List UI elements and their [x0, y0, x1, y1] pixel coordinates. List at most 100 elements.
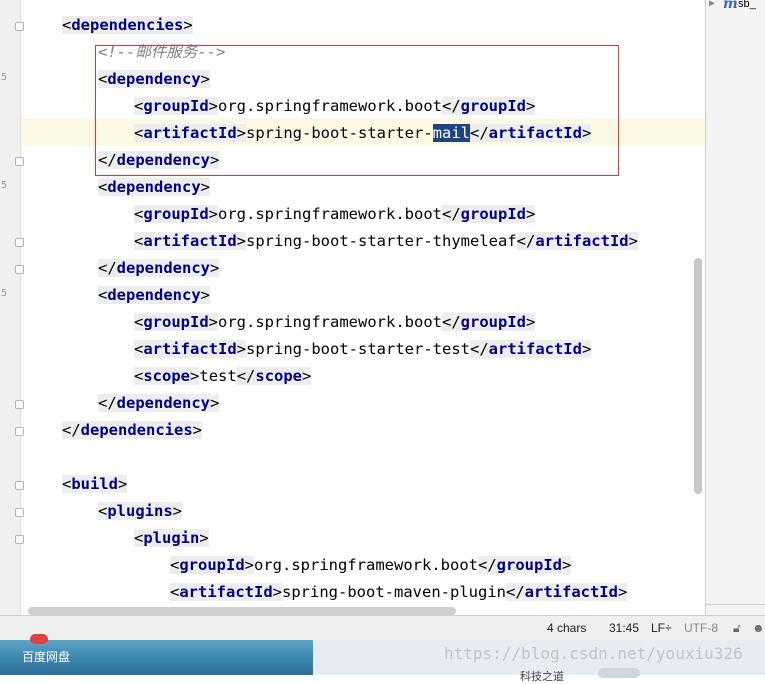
bracket: </	[441, 313, 461, 331]
bracket: <	[62, 475, 72, 493]
clipped-text: 科技之道	[520, 671, 564, 683]
code-line[interactable]: <groupId>org.springframework.boot</group…	[134, 309, 536, 336]
project-tree-item-label[interactable]: sb_	[738, 0, 756, 10]
code-line[interactable]: <artifactId>spring-boot-starter-test</ar…	[134, 336, 592, 363]
code-line[interactable]: <scope>test</scope>	[134, 363, 312, 390]
horizontal-scrollbar[interactable]	[28, 607, 456, 615]
desktop-icon-label[interactable]: 百度网盘	[22, 648, 70, 665]
fold-marker[interactable]	[15, 265, 24, 274]
bracket: >	[561, 556, 572, 574]
bracket: >	[244, 556, 255, 574]
text-value: spring-boot-starter-thymeleaf	[246, 232, 517, 250]
bracket: >	[236, 340, 247, 358]
selection-count: 4 chars	[547, 621, 587, 635]
gutter-marker: 5	[1, 288, 8, 299]
fold-marker[interactable]	[15, 400, 24, 409]
bracket: <	[134, 313, 144, 331]
maven-module-icon: m	[723, 0, 738, 12]
text-value: spring-boot-starter-test	[246, 340, 470, 358]
bracket: >	[617, 583, 628, 601]
code-line[interactable]: <dependencies>	[62, 12, 193, 39]
tag-name: groupId	[460, 313, 526, 331]
line-separator[interactable]: LF÷	[651, 621, 672, 635]
fold-marker[interactable]	[15, 535, 24, 544]
bracket: </	[62, 421, 81, 439]
text-value: test	[199, 367, 237, 385]
code-line[interactable]: <artifactId>spring-boot-maven-plugin</ar…	[170, 579, 628, 606]
status-bar: 4 chars 31:45 LF÷ UTF-8 🔓︎ ☻	[0, 615, 765, 641]
bracket: </	[98, 394, 117, 412]
bracket: >	[200, 178, 211, 196]
fold-marker[interactable]	[15, 427, 24, 436]
fold-marker[interactable]	[15, 157, 24, 166]
code-line[interactable]: </dependency>	[98, 390, 220, 417]
code-line[interactable]: <artifactId>spring-boot-starter-thymelea…	[134, 228, 638, 255]
tag-name: artifactId	[179, 583, 273, 601]
bracket: <	[98, 286, 108, 304]
bracket: </	[236, 367, 256, 385]
bracket: </	[477, 556, 497, 574]
text-value: spring-boot-maven-plugin	[282, 583, 506, 601]
divider	[706, 604, 765, 605]
bracket: </	[469, 340, 489, 358]
bracket: <	[134, 529, 144, 547]
caret-position[interactable]: 31:45	[609, 621, 639, 635]
editor-gutter: 5 5 5	[0, 0, 24, 615]
fold-marker[interactable]	[15, 508, 24, 517]
bracket: >	[183, 16, 193, 34]
hector-icon[interactable]: ☻	[752, 621, 765, 635]
gutter-marker: 5	[1, 180, 8, 191]
text-value: org.springframework.boot	[218, 205, 442, 223]
bracket: >	[190, 367, 200, 385]
tag-name: dependency	[107, 178, 201, 196]
code-editor[interactable]: 5 5 5 <dependencies> <!--邮件服务--> <dependen…	[0, 0, 705, 615]
code-line[interactable]: <groupId>org.springframework.boot</group…	[170, 552, 572, 579]
tag-name: scope	[143, 367, 191, 385]
project-panel: ▶ m sb_	[705, 0, 765, 615]
bracket: <	[134, 340, 144, 358]
baidu-netdisk-icon[interactable]	[30, 634, 48, 644]
bracket: >	[200, 286, 211, 304]
file-encoding[interactable]: UTF-8	[684, 621, 718, 635]
fold-marker[interactable]	[15, 481, 24, 490]
code-line[interactable]: <plugin>	[134, 525, 209, 552]
text-value: org.springframework.boot	[218, 313, 442, 331]
text-value: org.springframework.boot	[254, 556, 478, 574]
tag-name: dependencies	[71, 16, 184, 34]
tag-name: dependency	[116, 259, 210, 277]
tag-name: plugins	[107, 502, 173, 520]
fold-marker[interactable]	[15, 22, 24, 31]
fold-marker[interactable]	[15, 238, 24, 247]
bracket: <	[134, 205, 144, 223]
toggle-indicator	[598, 668, 640, 678]
bracket: >	[302, 367, 312, 385]
bracket: <	[134, 367, 144, 385]
expand-arrow-icon[interactable]: ▶	[709, 0, 715, 9]
code-line[interactable]: <plugins>	[98, 498, 183, 525]
bracket: <	[134, 232, 144, 250]
tag-name: dependency	[107, 286, 201, 304]
code-line[interactable]: <build>	[62, 471, 128, 498]
bracket: </	[98, 259, 117, 277]
tag-name: scope	[255, 367, 303, 385]
code-line[interactable]: </dependencies>	[62, 417, 202, 444]
bracket: </	[441, 205, 461, 223]
tag-name: artifactId	[143, 340, 237, 358]
code-line[interactable]: <dependency>	[98, 282, 211, 309]
code-line[interactable]: <dependency>	[98, 174, 211, 201]
tag-name: build	[71, 475, 119, 493]
bracket: </	[516, 232, 536, 250]
code-line[interactable]: <groupId>org.springframework.boot</group…	[134, 201, 536, 228]
bracket: <	[170, 556, 180, 574]
bracket: <	[62, 16, 72, 34]
bracket: >	[525, 313, 536, 331]
vertical-scrollbar[interactable]	[694, 258, 702, 494]
lock-icon[interactable]: 🔓︎	[733, 621, 741, 636]
tag-name: artifactId	[524, 583, 618, 601]
code-line[interactable]: </dependency>	[98, 255, 220, 282]
bracket: >	[192, 421, 202, 439]
bracket: >	[199, 529, 209, 547]
bracket: >	[525, 205, 536, 223]
desktop-background: 百度网盘	[0, 634, 313, 675]
tag-name: groupId	[143, 313, 209, 331]
